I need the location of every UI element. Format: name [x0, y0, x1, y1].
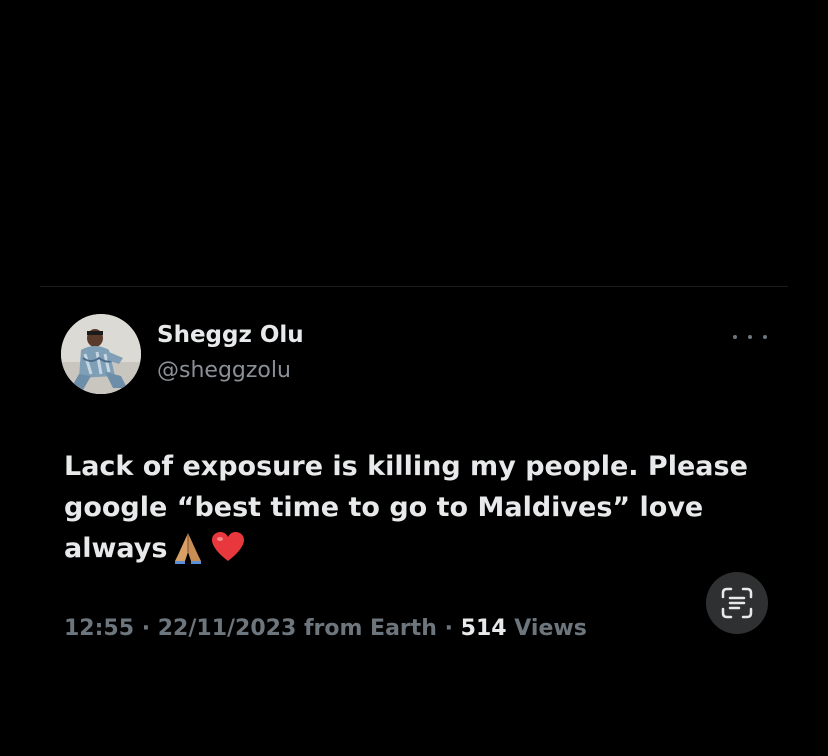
tweet-card[interactable]: Sheggz Olu @sheggzolu Lack of exposure i…: [0, 0, 828, 756]
emoji-row: [171, 527, 245, 567]
avatar-photo: [61, 314, 141, 394]
red-heart-emoji-icon: [212, 532, 244, 561]
tweet-date[interactable]: 22/11/2023: [158, 616, 297, 641]
more-dot: [733, 335, 737, 339]
tweet-meta: 12:55 · 22/11/2023 from Earth · 514 View…: [64, 616, 587, 641]
views-label: Views: [514, 616, 587, 641]
more-icon[interactable]: [733, 327, 767, 347]
tweet-text-line-2: google “best time to go to Maldives” lov…: [64, 492, 704, 523]
text-scan-button[interactable]: [706, 572, 768, 634]
display-name[interactable]: Sheggz Olu: [157, 322, 304, 348]
more-dot: [748, 335, 752, 339]
tweet-text-line-3: always: [64, 533, 168, 564]
meta-separator: ·: [141, 616, 151, 641]
text-scan-icon: [721, 587, 753, 619]
pray-hands-emoji-icon: [175, 533, 201, 564]
views-count[interactable]: 514: [461, 616, 507, 641]
tweet-text: Lack of exposure is killing my people. P…: [64, 446, 754, 569]
tweet-text-line-1: Lack of exposure is killing my people. P…: [64, 451, 748, 482]
tweet-source: from Earth: [303, 616, 437, 641]
more-dot: [763, 335, 767, 339]
avatar[interactable]: [61, 314, 141, 394]
tweet-time[interactable]: 12:55: [64, 616, 134, 641]
user-handle[interactable]: @sheggzolu: [157, 358, 291, 383]
screen: Sheggz Olu @sheggzolu Lack of exposure i…: [0, 0, 828, 756]
meta-separator: ·: [444, 616, 453, 641]
